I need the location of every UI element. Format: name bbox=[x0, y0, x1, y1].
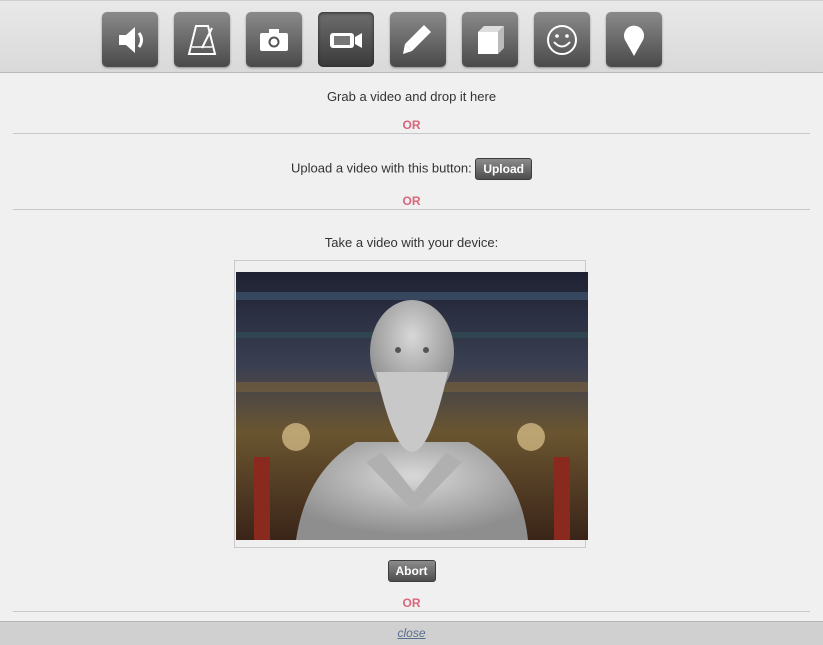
footer-bar: close bbox=[0, 621, 823, 645]
divider bbox=[13, 133, 810, 134]
close-link[interactable]: close bbox=[397, 626, 425, 640]
object-tool-button[interactable] bbox=[462, 12, 518, 67]
speaker-icon bbox=[119, 26, 143, 53]
abort-row: Abort bbox=[0, 560, 823, 582]
upload-row: Upload a video with this button: Upload bbox=[0, 158, 823, 180]
smiley-icon bbox=[547, 24, 577, 55]
video-camera-icon bbox=[330, 32, 362, 48]
video-preview bbox=[236, 272, 588, 540]
location-tool-button[interactable] bbox=[606, 12, 662, 67]
drop-zone-text[interactable]: Grab a video and drop it here bbox=[0, 89, 823, 104]
metronome-icon bbox=[187, 24, 217, 55]
divider bbox=[13, 611, 810, 612]
media-toolbar bbox=[0, 0, 823, 73]
emoji-tool-button[interactable] bbox=[534, 12, 590, 67]
metronome-tool-button[interactable] bbox=[174, 12, 230, 67]
pencil-icon bbox=[403, 24, 431, 54]
video-preview-frame bbox=[234, 260, 588, 548]
photo-tool-button[interactable] bbox=[246, 12, 302, 67]
cube-icon bbox=[478, 25, 504, 54]
video-feed-image bbox=[236, 272, 588, 540]
map-pin-icon bbox=[624, 25, 644, 56]
divider bbox=[13, 209, 810, 210]
draw-tool-button[interactable] bbox=[390, 12, 446, 67]
or-separator: OR bbox=[402, 118, 421, 132]
audio-tool-button[interactable] bbox=[102, 12, 158, 67]
abort-button[interactable]: Abort bbox=[387, 560, 436, 582]
or-separator: OR bbox=[402, 194, 421, 208]
capture-text: Take a video with your device: bbox=[324, 235, 499, 250]
or-separator: OR bbox=[402, 596, 421, 610]
upload-text: Upload a video with this button: bbox=[291, 160, 472, 176]
upload-button[interactable]: Upload bbox=[475, 158, 532, 180]
video-tool-button[interactable] bbox=[318, 12, 374, 67]
camera-icon bbox=[260, 28, 288, 51]
